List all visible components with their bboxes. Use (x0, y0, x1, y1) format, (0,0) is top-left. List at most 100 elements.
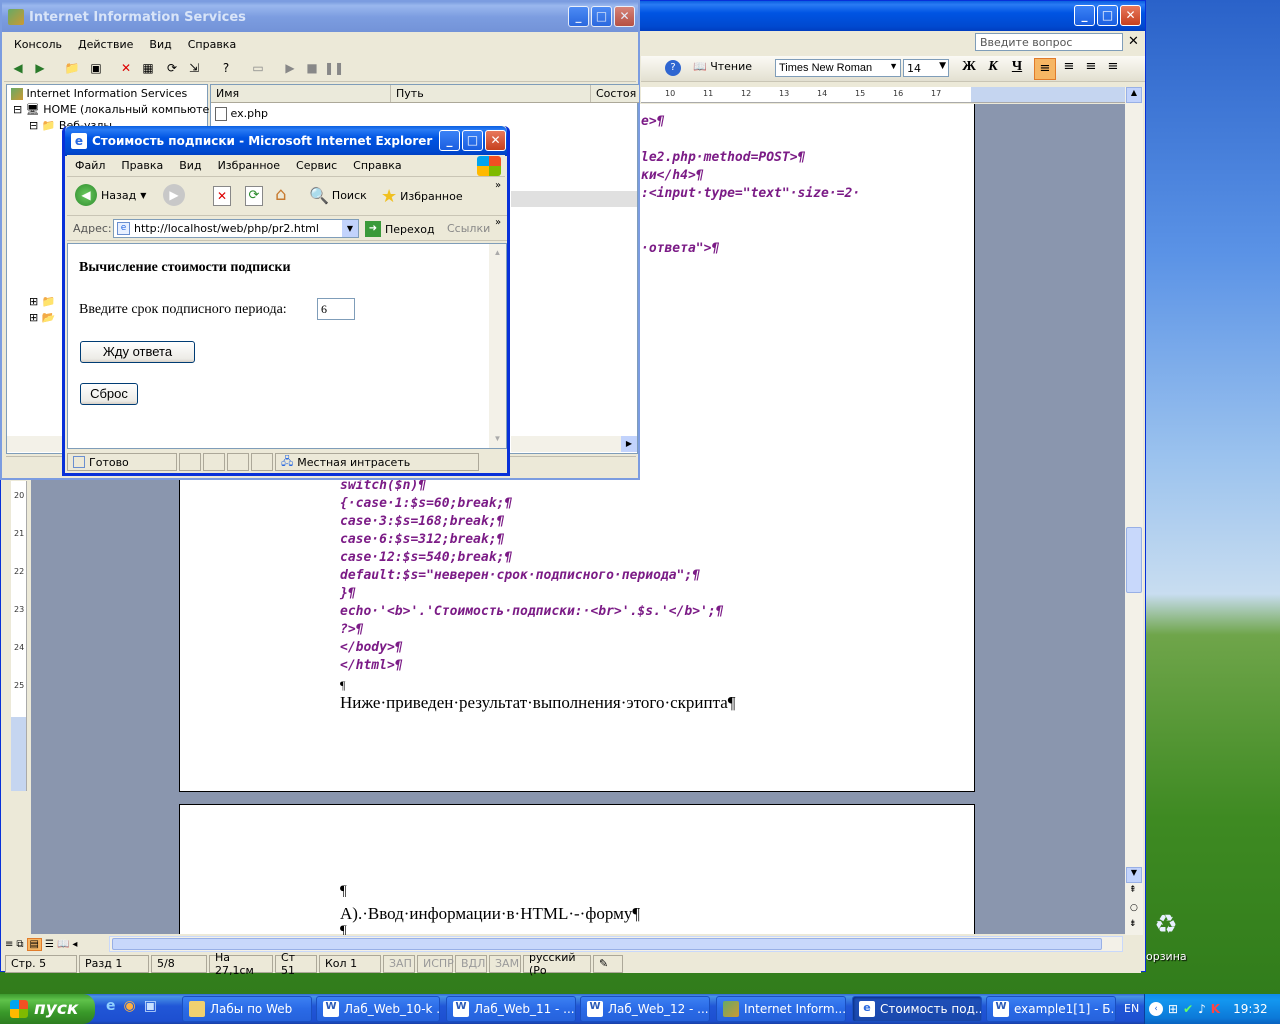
home-icon[interactable]: ⌂ (275, 184, 286, 205)
iis-close-button[interactable]: ✕ (614, 6, 635, 27)
links-label[interactable]: Ссылки (447, 222, 490, 235)
refresh-icon[interactable]: ⟳ (162, 58, 182, 78)
underline-button[interactable]: Ч (1007, 59, 1027, 79)
go-button[interactable]: ➜ Переход (365, 221, 435, 237)
ie-titlebar[interactable]: e Стоимость подписки - Microsoft Interne… (65, 126, 507, 156)
back-button[interactable]: ◀ Назад ▼ (75, 184, 146, 206)
chevron-down-icon[interactable]: ▼ (342, 220, 358, 237)
period-input[interactable]: 6 (317, 298, 355, 320)
align-right-button[interactable]: ≡ (1081, 59, 1101, 79)
justify-button[interactable]: ≡ (1103, 59, 1123, 79)
tree-expander[interactable]: ⊞ 📁 (29, 295, 55, 308)
scroll-down-arrow[interactable]: ▼ (1126, 867, 1142, 883)
export-icon[interactable]: ⇲ (184, 58, 204, 78)
column-name[interactable]: Имя (211, 85, 391, 102)
taskbar-button-active[interactable]: e Стоимость под... (852, 996, 982, 1022)
help-search-input[interactable]: Введите вопрос (975, 33, 1123, 51)
scroll-up-arrow[interactable]: ▲ (1126, 87, 1142, 103)
taskbar-button[interactable]: W Лаб_Web_11 - ... (446, 996, 576, 1022)
normal-view-icon[interactable]: ≡ (5, 939, 13, 950)
ie-menu-favorites[interactable]: Избранное (210, 159, 288, 172)
word-close-button[interactable]: ✕ (1120, 5, 1141, 26)
spelling-icon[interactable]: ✎ (593, 954, 623, 973)
antivirus-icon[interactable]: ✔ (1183, 1002, 1193, 1016)
ie-minimize-button[interactable]: _ (439, 130, 460, 151)
search-button[interactable]: 🔍 Поиск (309, 186, 367, 205)
ie-menu-tools[interactable]: Сервис (288, 159, 345, 172)
iis-menu-help[interactable]: Справка (180, 38, 244, 51)
forward-arrow-icon[interactable]: ▶ (30, 58, 50, 78)
browse-object-icon[interactable]: ○ (1130, 903, 1138, 913)
links-overflow-icon[interactable]: » (495, 217, 501, 228)
address-input[interactable]: e http://localhost/web/php/pr2.html ▼ (113, 219, 359, 238)
taskbar-button[interactable]: W Лаб_Web_12 - ... (580, 996, 710, 1022)
taskbar-button[interactable]: Wexample1[1] - Б... (986, 996, 1116, 1022)
vertical-ruler[interactable]: 20 21 22 23 24 25 26 27 (11, 481, 27, 791)
reading-view-icon[interactable]: 📖 (57, 939, 69, 950)
scroll-left-arrow[interactable]: ◂ (72, 939, 77, 950)
status-trk[interactable]: ИСПР (417, 954, 454, 973)
tray-expand-icon[interactable]: ‹ (1149, 1002, 1163, 1016)
taskbar-button[interactable]: W Лаб_Web_10-k ... (316, 996, 440, 1022)
start-button[interactable]: пуск (0, 994, 95, 1024)
list-hscroll[interactable]: ▶ (511, 436, 637, 452)
scroll-up-arrow[interactable]: ▲ (489, 244, 506, 261)
prev-page-icon[interactable]: ⇞ (1129, 885, 1137, 895)
taskbar-button[interactable]: Лабы по Web (182, 996, 312, 1022)
iis-menu-console[interactable]: Консоль (6, 38, 70, 51)
column-path[interactable]: Путь (391, 85, 591, 102)
media-player-icon[interactable]: ◉ (124, 998, 136, 1014)
word-maximize-button[interactable]: □ (1097, 5, 1118, 26)
print-view-icon[interactable]: ▤ (26, 937, 42, 951)
network-icon[interactable]: ⊞ (1168, 1002, 1178, 1016)
ie-menu-help[interactable]: Справка (345, 159, 409, 172)
status-rec[interactable]: ЗАП (383, 954, 415, 973)
volume-icon[interactable]: ♪ (1198, 1002, 1206, 1016)
ie-quicklaunch-icon[interactable]: e (106, 998, 116, 1014)
back-arrow-icon[interactable]: ◀ (8, 58, 28, 78)
web-view-icon[interactable]: ⧉ (16, 939, 23, 950)
status-ovr[interactable]: ЗАМ (489, 954, 521, 973)
submit-button[interactable]: Жду ответа (80, 341, 195, 363)
favorites-button[interactable]: ★ Избранное (381, 186, 463, 207)
help-icon[interactable]: ? (216, 58, 236, 78)
next-page-icon[interactable]: ⇟ (1129, 919, 1137, 929)
ie-menu-view[interactable]: Вид (171, 159, 209, 172)
forward-button[interactable]: ▶ (163, 184, 185, 206)
hscroll-thumb[interactable] (112, 938, 1102, 950)
iis-maximize-button[interactable]: □ (591, 6, 612, 27)
pause-icon[interactable]: ❚❚ (324, 58, 344, 78)
scroll-right-arrow[interactable]: ▶ (621, 436, 637, 452)
computer-icon[interactable]: ▭ (248, 58, 268, 78)
iis-menu-view[interactable]: Вид (141, 38, 179, 51)
reading-button[interactable]: 📖 Чтение (693, 60, 752, 73)
tree-expander[interactable]: ⊞ 📂 (29, 311, 55, 324)
ie-maximize-button[interactable]: □ (462, 130, 483, 151)
list-item[interactable]: ex.php (215, 107, 268, 121)
vertical-scrollbar[interactable]: ▲ ▼ ⇞ ○ ⇟ (1125, 87, 1143, 935)
scroll-thumb[interactable] (1126, 527, 1142, 593)
status-ext[interactable]: ВДЛ (455, 954, 487, 973)
stop-icon[interactable]: ✕ (213, 186, 231, 206)
bold-button[interactable]: Ж (959, 59, 979, 79)
security-icon[interactable]: K (1211, 1002, 1220, 1016)
horizontal-ruler[interactable]: 10 11 12 13 14 15 16 17 (641, 87, 1125, 103)
tree-computer[interactable]: ⊟ 🖥 HOME (локальный компьютер) (13, 103, 221, 116)
reset-button[interactable]: Сброс (80, 383, 138, 405)
italic-button[interactable]: К (983, 59, 1003, 79)
tree-root[interactable]: Internet Information Services (11, 87, 187, 100)
delete-icon[interactable]: ✕ (116, 58, 136, 78)
properties-icon[interactable]: ▦ (138, 58, 158, 78)
iis-menu-action[interactable]: Действие (70, 38, 141, 51)
scroll-down-arrow[interactable]: ▼ (489, 430, 506, 447)
ie-vscroll[interactable]: ▲ ▼ (489, 244, 506, 448)
font-size-select[interactable]: 14 ▼ (903, 59, 949, 77)
ie-menu-file[interactable]: Файл (67, 159, 113, 172)
selected-row[interactable] (511, 191, 637, 207)
align-center-button[interactable]: ≡ (1059, 59, 1079, 79)
font-name-select[interactable]: Times New Roman ▼ (775, 59, 901, 77)
word-minimize-button[interactable]: _ (1074, 5, 1095, 26)
recycle-bin-icon[interactable]: ♻ (1146, 910, 1186, 950)
clock[interactable]: 19:32 (1233, 1002, 1268, 1016)
language-indicator[interactable]: EN (1124, 1002, 1139, 1015)
